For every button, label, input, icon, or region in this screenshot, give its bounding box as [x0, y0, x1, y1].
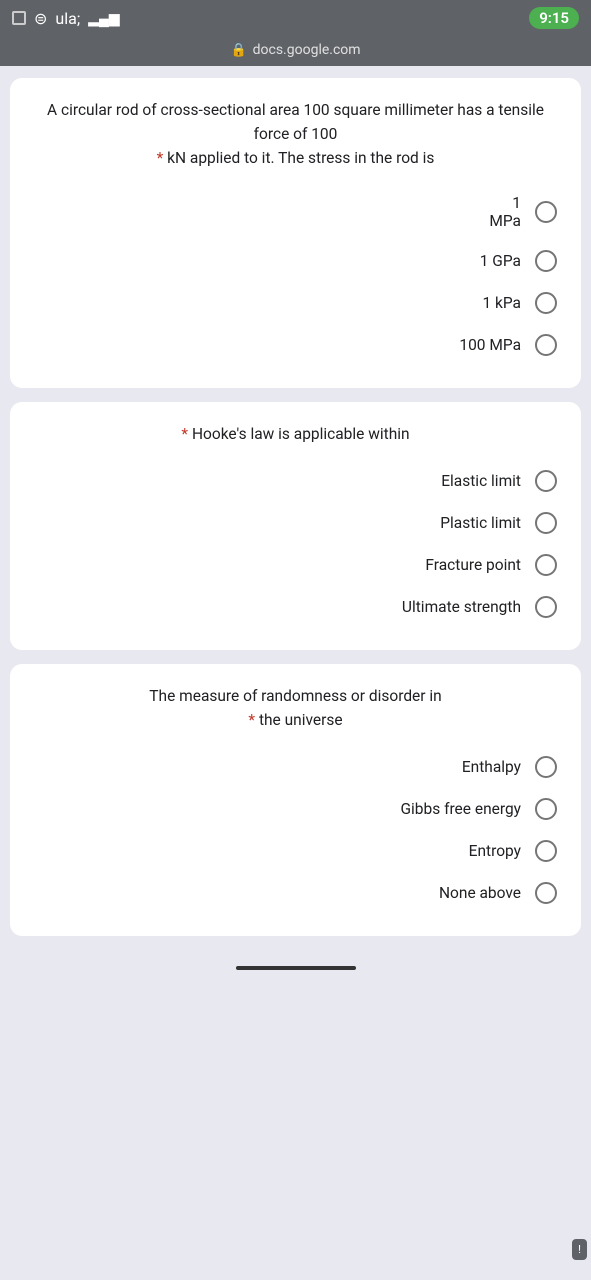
option-row[interactable]: 1MPa — [30, 186, 561, 238]
option-label: Gibbs free energy — [400, 800, 521, 818]
option-label: Plastic limit — [440, 514, 521, 532]
url-text: docs.google.com — [253, 42, 361, 58]
question-card-1: A circular rod of cross-sectional area 1… — [10, 78, 581, 388]
question-card-3: The measure of randomness or disorder in… — [10, 664, 581, 936]
option-row[interactable]: 1 kPa — [30, 284, 561, 322]
option-label: Ultimate strength — [402, 598, 521, 616]
option-label: Entropy — [469, 842, 521, 860]
question-3-required: * the universe — [248, 711, 342, 729]
required-star-1: * — [157, 149, 164, 167]
radio-button[interactable] — [535, 596, 557, 618]
radio-button[interactable] — [535, 334, 557, 356]
question-3-text: The measure of randomness or disorder in… — [30, 684, 561, 732]
radio-button[interactable] — [535, 292, 557, 314]
checkbox-icon — [12, 11, 26, 25]
status-left: ⊜ ula; ▂▄▆ — [12, 9, 120, 28]
radio-button[interactable] — [535, 756, 557, 778]
option-row[interactable]: Fracture point — [30, 546, 561, 584]
radio-button[interactable] — [535, 470, 557, 492]
option-label: Fracture point — [425, 556, 521, 574]
required-star-3: * — [248, 711, 255, 729]
option-label: None above — [439, 884, 521, 902]
option-row[interactable]: Enthalpy — [30, 748, 561, 786]
signal-icon: ula; — [55, 9, 80, 28]
time-display: 9:15 — [529, 7, 579, 29]
option-label: 1MPa — [489, 194, 521, 230]
main-content: A circular rod of cross-sectional area 1… — [0, 66, 591, 956]
bottom-nav-bar — [236, 966, 356, 970]
radio-button[interactable] — [535, 554, 557, 576]
option-label: Elastic limit — [441, 472, 521, 490]
radio-button[interactable] — [535, 882, 557, 904]
status-bar: ⊜ ula; ▂▄▆ 9:15 — [0, 0, 591, 36]
option-row[interactable]: Ultimate strength — [30, 588, 561, 626]
question-2-options: Elastic limit Plastic limit Fracture poi… — [30, 462, 561, 626]
option-label: 1 GPa — [480, 252, 521, 270]
option-row[interactable]: Gibbs free energy — [30, 790, 561, 828]
question-1-text: A circular rod of cross-sectional area 1… — [30, 98, 561, 170]
lock-icon: 🔒 — [230, 43, 246, 58]
question-1-options: 1MPa 1 GPa 1 kPa 100 MPa — [30, 186, 561, 364]
question-2-text: * Hooke's law is applicable within — [30, 422, 561, 446]
option-row[interactable]: 1 GPa — [30, 242, 561, 280]
option-label: 100 MPa — [459, 336, 521, 354]
option-label: 1 kPa — [482, 294, 521, 312]
option-row[interactable]: Plastic limit — [30, 504, 561, 542]
required-star-2: * — [181, 425, 188, 443]
radio-button[interactable] — [535, 201, 557, 223]
option-row[interactable]: Elastic limit — [30, 462, 561, 500]
wifi-icon: ⊜ — [34, 9, 47, 28]
option-row[interactable]: Entropy — [30, 832, 561, 870]
feedback-button[interactable]: ! — [572, 1239, 587, 1260]
radio-button[interactable] — [535, 512, 557, 534]
radio-button[interactable] — [535, 798, 557, 820]
radio-button[interactable] — [535, 250, 557, 272]
address-bar: 🔒 docs.google.com — [0, 36, 591, 66]
question-card-2: * Hooke's law is applicable within Elast… — [10, 402, 581, 650]
option-row[interactable]: 100 MPa — [30, 326, 561, 364]
option-row[interactable]: None above — [30, 874, 561, 912]
question-1-required: * kN applied to it. The stress in the ro… — [157, 149, 435, 167]
signal-bars: ▂▄▆ — [88, 10, 119, 27]
question-3-options: Enthalpy Gibbs free energy Entropy None … — [30, 748, 561, 912]
radio-button[interactable] — [535, 840, 557, 862]
option-label: Enthalpy — [462, 758, 521, 776]
